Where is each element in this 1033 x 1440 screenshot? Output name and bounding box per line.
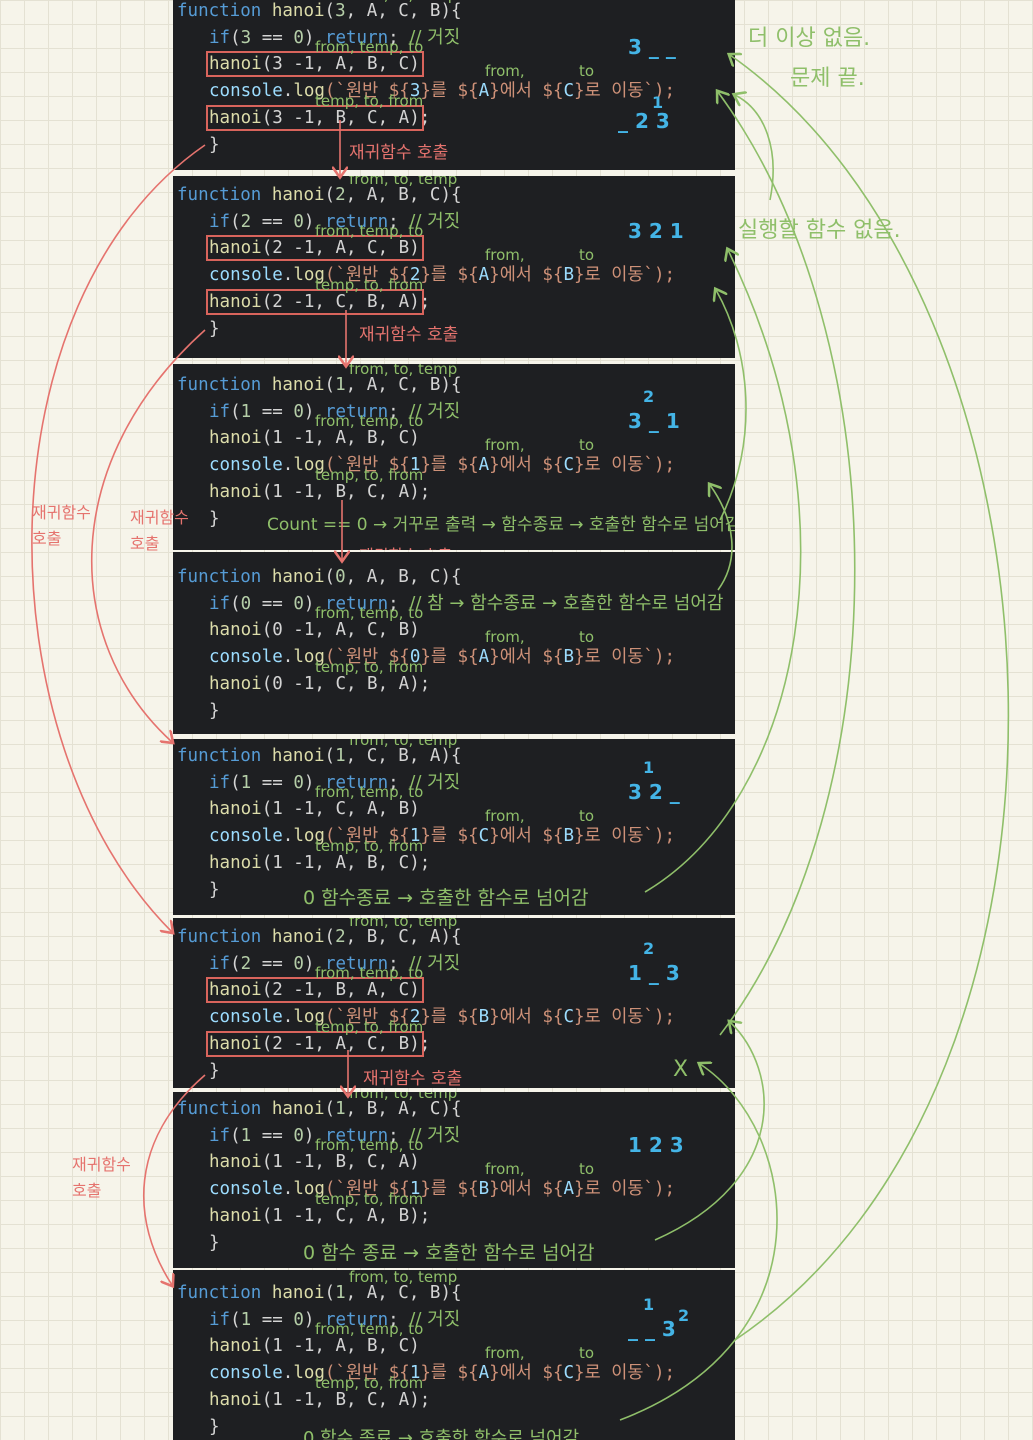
arrow-overlay xyxy=(31,0,1010,1421)
green-return-2 xyxy=(716,290,747,521)
green-return-4 xyxy=(718,92,856,1036)
green-return-final xyxy=(730,55,1010,1341)
green-return-3 xyxy=(644,250,802,893)
red-arrow-outer xyxy=(31,144,206,932)
green-return-5 xyxy=(654,1022,765,1241)
hanoi-notes-page: { "blocks": [ { "lines": { "sig": {"fn":… xyxy=(0,0,1033,1440)
green-return-6 xyxy=(619,1064,778,1421)
red-arrow-bottom xyxy=(142,1074,206,1285)
red-arrow-inner xyxy=(90,329,206,742)
